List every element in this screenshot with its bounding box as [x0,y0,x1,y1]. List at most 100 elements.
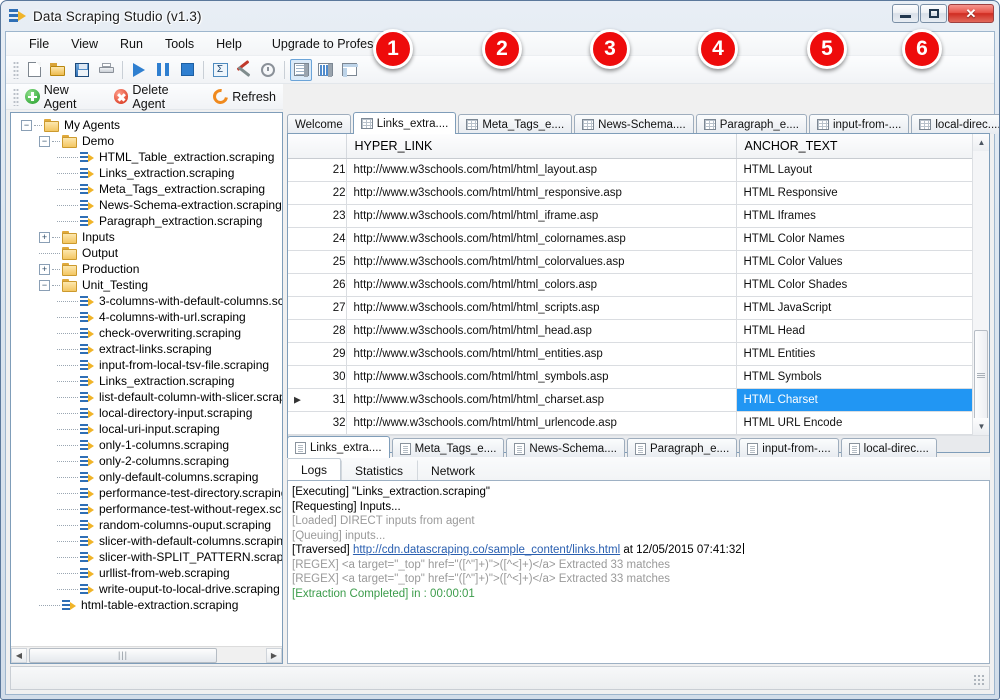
tree-node[interactable]: Paragraph_extraction.scraping [11,213,282,229]
close-button[interactable]: ✕ [948,4,994,23]
tree-node[interactable]: Links_extraction.scraping [11,373,282,389]
resize-grip-icon[interactable] [973,674,985,686]
column-view-button[interactable] [314,59,336,81]
expand-toggle-icon[interactable]: + [39,263,50,275]
grid-scroll-thumb[interactable] [974,330,988,422]
scroll-down-arrow-icon[interactable]: ▼ [973,418,989,435]
table-row[interactable]: 23 http://www.w3schools.com/html/html_ifr… [288,204,989,228]
tree-node[interactable]: list-default-column-with-slicer.scraping [11,389,282,405]
cell-hyper-link[interactable]: http://www.w3schools.com/html/html_ifram… [346,204,737,228]
grid-tab[interactable]: Paragraph_e.... [695,114,807,134]
minimize-button[interactable] [892,4,919,23]
row-number-cell[interactable]: 25 [288,250,347,274]
cell-anchor-text[interactable]: HTML Layout [736,158,989,182]
cell-hyper-link[interactable]: http://www.w3schools.com/html/html_color… [346,250,737,274]
row-number-cell[interactable]: 29 [288,342,347,366]
tree-node[interactable]: − Unit_Testing [11,277,282,293]
cell-hyper-link[interactable]: http://www.w3schools.com/html/html_color… [346,227,737,251]
log-output[interactable]: [Executing] "Links_extraction.scraping" [… [287,480,990,664]
tools-button[interactable] [233,59,255,81]
tree-node[interactable]: HTML_Table_extraction.scraping [11,149,282,165]
history-button[interactable] [257,59,279,81]
tree-node[interactable]: performance-test-directory.scraping [11,485,282,501]
cell-hyper-link[interactable]: http://www.w3schools.com/html/html_symbo… [346,365,737,389]
cell-anchor-text[interactable]: HTML Head [736,319,989,343]
new-agent-button[interactable]: New Agent [22,80,111,114]
tree-node[interactable]: local-uri-input.scraping [11,421,282,437]
cell-anchor-text[interactable]: HTML Entities [736,342,989,366]
grid-tab[interactable]: Welcome [287,114,351,134]
tree-node[interactable]: Meta_Tags_extraction.scraping [11,181,282,197]
grid-tab[interactable]: Meta_Tags_e.... [458,114,573,134]
tree-node[interactable]: html-table-extraction.scraping [11,597,282,613]
cell-hyper-link[interactable]: http://www.w3schools.com/html/html_layou… [346,158,737,182]
cell-anchor-text[interactable]: HTML URL Encode [736,411,989,435]
row-number-cell[interactable]: ▶ 31 [288,388,347,412]
tree-node[interactable]: + Production [11,261,282,277]
summary-button[interactable]: Σ [209,59,231,81]
cell-anchor-text[interactable]: HTML Iframes [736,204,989,228]
menu-run[interactable]: Run [109,34,154,54]
print-button[interactable] [95,59,117,81]
toolbar-drag-handle[interactable] [13,60,19,79]
tree-node[interactable]: slicer-with-SPLIT_PATTERN.scraping [11,549,282,565]
new-file-button[interactable] [23,59,45,81]
grid-tab[interactable]: input-from-.... [808,114,910,134]
row-number-cell[interactable]: 30 [288,365,347,389]
menu-view[interactable]: View [60,34,109,54]
expand-toggle-icon[interactable]: + [39,231,50,243]
cell-anchor-text[interactable]: HTML JavaScript [736,296,989,320]
tree-node[interactable]: extract-links.scraping [11,341,282,357]
cell-hyper-link[interactable]: http://www.w3schools.com/html/html_respo… [346,181,737,205]
table-row[interactable]: ▶ 31 http://www.w3schools.com/html/html_ch… [288,388,989,412]
cell-hyper-link[interactable]: http://www.w3schools.com/html/html_scrip… [346,296,737,320]
layout-view-button[interactable] [338,59,360,81]
sub-tab-logs[interactable]: Logs [287,458,342,480]
stop-button[interactable] [176,59,198,81]
row-number-cell[interactable]: 21 [288,158,347,182]
log-tab[interactable]: input-from-.... [739,438,839,458]
sub-tab-network[interactable]: Network [417,460,489,480]
table-row[interactable]: 26 http://www.w3schools.com/html/html_col… [288,273,989,297]
cell-anchor-text[interactable]: HTML Color Values [736,250,989,274]
table-row[interactable]: 30 http://www.w3schools.com/html/html_sym… [288,365,989,389]
cell-anchor-text[interactable]: HTML Charset [736,388,989,412]
scroll-right-arrow-icon[interactable]: ▶ [266,647,282,663]
log-tab[interactable]: local-direc.... [840,438,937,458]
table-row[interactable]: 24 http://www.w3schools.com/html/html_col… [288,227,989,251]
log-url-link[interactable]: http://cdn.datascraping.co/sample_conten… [353,544,620,556]
maximize-button[interactable] [920,4,947,23]
tree-node[interactable]: News-Schema-extraction.scraping [11,197,282,213]
tree-node[interactable]: input-from-local-tsv-file.scraping [11,357,282,373]
cell-hyper-link[interactable]: http://www.w3schools.com/html/html_urlen… [346,411,737,435]
collapse-toggle-icon[interactable]: − [21,119,32,131]
cell-hyper-link[interactable]: http://www.w3schools.com/html/html_color… [346,273,737,297]
delete-agent-button[interactable]: Delete Agent [111,80,211,114]
column-header-anchor-text[interactable]: ANCHOR_TEXT [736,134,989,159]
row-number-cell[interactable]: 28 [288,319,347,343]
save-button[interactable] [71,59,93,81]
menu-help[interactable]: Help [205,34,253,54]
tree-node[interactable]: Output [11,245,282,261]
run-button[interactable] [128,59,150,81]
tree-node[interactable]: check-overwriting.scraping [11,325,282,341]
tree-node[interactable]: random-columns-ouput.scraping [11,517,282,533]
grid-vertical-scrollbar[interactable]: ▲ ▼ [972,134,989,435]
row-number-cell[interactable]: 23 [288,204,347,228]
table-row[interactable]: 28 http://www.w3schools.com/html/html_hea… [288,319,989,343]
cell-hyper-link[interactable]: http://www.w3schools.com/html/html_entit… [346,342,737,366]
collapse-toggle-icon[interactable]: − [39,135,50,147]
row-header-corner[interactable] [288,134,347,159]
cell-hyper-link[interactable]: http://www.w3schools.com/html/html_head.… [346,319,737,343]
cell-anchor-text[interactable]: HTML Responsive [736,181,989,205]
cell-anchor-text[interactable]: HTML Symbols [736,365,989,389]
column-header-hyper-link[interactable]: HYPER_LINK [346,134,737,159]
tree-scroll-thumb[interactable]: ||| [29,647,217,663]
scroll-left-arrow-icon[interactable]: ◀ [11,647,27,663]
sub-tab-statistics[interactable]: Statistics [341,460,417,480]
cell-anchor-text[interactable]: HTML Color Names [736,227,989,251]
table-row[interactable]: 27 http://www.w3schools.com/html/html_scr… [288,296,989,320]
tree-node[interactable]: performance-test-without-regex.scraping [11,501,282,517]
tree-node[interactable]: write-ouput-to-local-drive.scraping [11,581,282,597]
grid-view-button[interactable] [290,58,312,81]
